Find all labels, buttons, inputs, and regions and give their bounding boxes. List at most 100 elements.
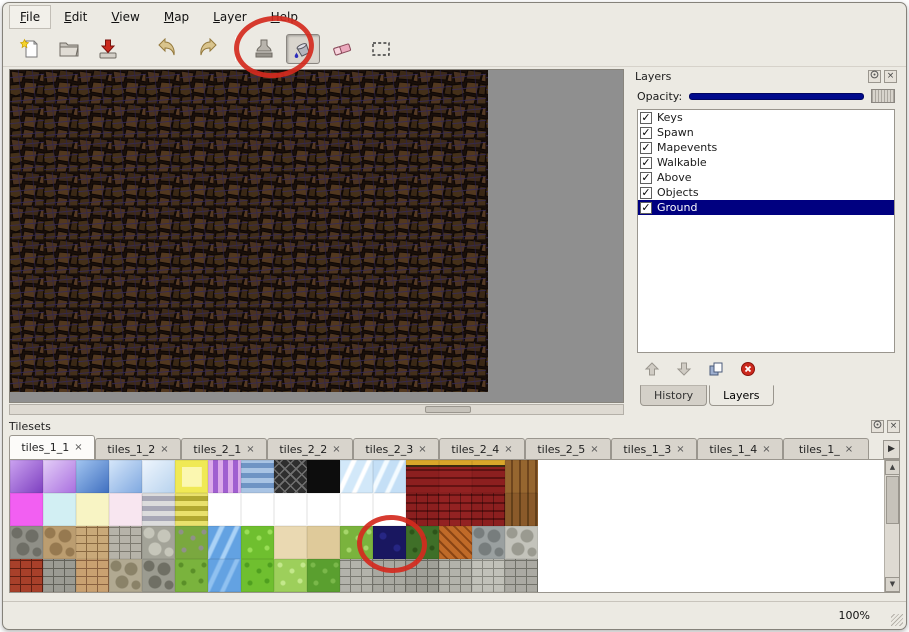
tab-close-icon[interactable]: × (590, 444, 598, 455)
duplicate-layer-button[interactable] (706, 360, 726, 380)
tile-2-16[interactable] (505, 493, 538, 526)
tab-history[interactable]: History (640, 385, 707, 406)
scroll-up-button[interactable]: ▲ (885, 460, 900, 475)
layer-row-mapevents[interactable]: ✓Mapevents (638, 140, 894, 155)
tile-3-1[interactable] (10, 526, 43, 559)
menu-item-help[interactable]: Help (260, 5, 309, 29)
tab-close-icon[interactable]: × (845, 444, 853, 455)
tile-2-7[interactable] (208, 493, 241, 526)
tileset-tab-tiles_2_5[interactable]: tiles_2_5× (525, 438, 611, 459)
tab-close-icon[interactable]: × (762, 444, 770, 455)
tile-3-10[interactable] (307, 526, 340, 559)
menu-item-map[interactable]: Map (153, 5, 200, 29)
close-panel-button[interactable]: × (887, 420, 900, 433)
layer-row-ground[interactable]: ✓Ground (638, 200, 894, 215)
menu-item-edit[interactable]: Edit (53, 5, 98, 29)
tile-3-11[interactable] (340, 526, 373, 559)
move-layer-up-button[interactable] (642, 360, 662, 380)
menu-item-file[interactable]: File (9, 5, 51, 29)
tileset-vertical-scrollbar[interactable]: ▲ ▼ (884, 460, 899, 592)
layer-row-keys[interactable]: ✓Keys (638, 110, 894, 125)
new-map-button[interactable] (13, 34, 47, 64)
tile-4-1[interactable] (10, 559, 43, 592)
tab-close-icon[interactable]: × (504, 444, 512, 455)
tile-2-1[interactable] (10, 493, 43, 526)
layer-visibility-checkbox[interactable]: ✓ (640, 187, 652, 199)
tileset-tab-tiles_2_1[interactable]: tiles_2_1× (181, 438, 267, 459)
tile-4-5[interactable] (142, 559, 175, 592)
tile-2-11[interactable] (340, 493, 373, 526)
canvas-scrollbar-thumb[interactable] (425, 406, 471, 413)
tile-2-6[interactable] (175, 493, 208, 526)
tile-1-11[interactable] (340, 460, 373, 493)
tile-3-8[interactable] (241, 526, 274, 559)
tile-2-13[interactable] (406, 493, 439, 526)
tile-1-8[interactable] (241, 460, 274, 493)
scroll-down-button[interactable]: ▼ (885, 577, 900, 592)
tile-1-10[interactable] (307, 460, 340, 493)
layer-row-objects[interactable]: ✓Objects (638, 185, 894, 200)
tile-4-3[interactable] (76, 559, 109, 592)
layer-visibility-checkbox[interactable]: ✓ (640, 127, 652, 139)
tile-2-3[interactable] (76, 493, 109, 526)
move-layer-down-button[interactable] (674, 360, 694, 380)
tile-2-2[interactable] (43, 493, 76, 526)
tileset-tab-tiles_2_4[interactable]: tiles_2_4× (439, 438, 525, 459)
layer-row-above[interactable]: ✓Above (638, 170, 894, 185)
menu-item-view[interactable]: View (100, 5, 150, 29)
tab-close-icon[interactable]: × (160, 444, 168, 455)
undo-button[interactable] (151, 34, 185, 64)
tile-2-9[interactable] (274, 493, 307, 526)
tile-1-14[interactable] (439, 460, 472, 493)
tile-4-7[interactable] (208, 559, 241, 592)
layer-visibility-checkbox[interactable]: ✓ (640, 202, 652, 214)
tile-4-8[interactable] (241, 559, 274, 592)
tile-2-8[interactable] (241, 493, 274, 526)
tab-close-icon[interactable]: × (246, 444, 254, 455)
tab-scroll-right-button[interactable]: ▶ (883, 440, 900, 459)
tile-2-12[interactable] (373, 493, 406, 526)
canvas-horizontal-scrollbar[interactable] (9, 404, 624, 415)
stamp-tool-button[interactable] (247, 34, 281, 64)
tile-1-6[interactable] (175, 460, 208, 493)
tile-1-9[interactable] (274, 460, 307, 493)
tileset-tab-tiles_2_3[interactable]: tiles_2_3× (353, 438, 439, 459)
tile-3-7[interactable] (208, 526, 241, 559)
float-panel-button[interactable] (868, 70, 881, 83)
opacity-slider[interactable] (689, 93, 864, 100)
tile-4-13[interactable] (406, 559, 439, 592)
tile-2-15[interactable] (472, 493, 505, 526)
tile-2-10[interactable] (307, 493, 340, 526)
tile-3-3[interactable] (76, 526, 109, 559)
tile-1-15[interactable] (472, 460, 505, 493)
tile-1-13[interactable] (406, 460, 439, 493)
tile-3-12[interactable] (373, 526, 406, 559)
tile-3-9[interactable] (274, 526, 307, 559)
tab-close-icon[interactable]: × (74, 442, 82, 453)
tab-close-icon[interactable]: × (418, 444, 426, 455)
float-panel-button[interactable] (871, 420, 884, 433)
close-panel-button[interactable]: × (884, 70, 897, 83)
tile-4-11[interactable] (340, 559, 373, 592)
map-canvas[interactable] (10, 70, 488, 392)
tile-4-15[interactable] (472, 559, 505, 592)
tile-3-6[interactable] (175, 526, 208, 559)
fill-tool-button[interactable] (286, 34, 320, 64)
tile-4-6[interactable] (175, 559, 208, 592)
layer-row-spawn[interactable]: ✓Spawn (638, 125, 894, 140)
tile-1-5[interactable] (142, 460, 175, 493)
tile-4-12[interactable] (373, 559, 406, 592)
layer-visibility-checkbox[interactable]: ✓ (640, 172, 652, 184)
tile-4-9[interactable] (274, 559, 307, 592)
tileset-tab-tiles_1_[interactable]: tiles_1_× (783, 438, 869, 459)
redo-button[interactable] (190, 34, 224, 64)
tile-1-1[interactable] (10, 460, 43, 493)
tile-1-3[interactable] (76, 460, 109, 493)
resize-grip-icon[interactable] (891, 614, 903, 626)
tile-4-4[interactable] (109, 559, 142, 592)
tile-1-12[interactable] (373, 460, 406, 493)
tileset-scrollbar-thumb[interactable] (886, 476, 899, 524)
tile-4-10[interactable] (307, 559, 340, 592)
layer-row-walkable[interactable]: ✓Walkable (638, 155, 894, 170)
layer-visibility-checkbox[interactable]: ✓ (640, 142, 652, 154)
